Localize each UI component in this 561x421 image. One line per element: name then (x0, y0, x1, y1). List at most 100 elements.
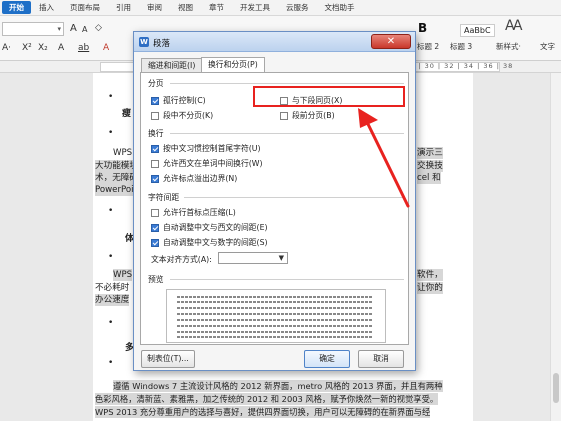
preview-text-line (177, 296, 372, 298)
doc-paragraph-line: WPS 2013 充分尊重用户的选择与喜好，提供四界面切换，用户可以无障碍的在新… (95, 406, 431, 418)
checkbox-keep-lines-together[interactable]: 段中不分页(K) (151, 110, 213, 121)
group-title-line-break: 换行 (148, 129, 164, 138)
style-gallery-item[interactable]: AaBbC (460, 24, 495, 37)
doc-line-right: 交换技 (417, 160, 443, 172)
close-button[interactable]: ✕ (371, 34, 411, 49)
doc-line-right: cel 和 (417, 172, 441, 184)
list-bullet: • (108, 206, 114, 216)
checkbox-punctuation-overflow[interactable]: 允许标点溢出边界(N) (151, 173, 237, 184)
checkbox-label: 自动调整中文与西文的间距(E) (163, 223, 268, 232)
checkbox-label: 允许西文在单词中间换行(W) (163, 159, 263, 168)
doc-line: 术，无障碍 (95, 172, 138, 184)
style-heading-2[interactable]: 标题 2 (417, 41, 439, 52)
checkbox-auto-space-cjk-western[interactable]: 自动调整中文与西文的间距(E) (151, 222, 268, 233)
clear-format-icon[interactable]: ◇ (95, 23, 102, 33)
checkbox-checked-icon (151, 96, 159, 105)
tab-stops-button[interactable]: 制表位(T)... (141, 350, 195, 368)
menu-insert[interactable]: 插入 (31, 2, 62, 13)
doc-line: PowerPoi (95, 184, 134, 196)
checkbox-unchecked-icon (151, 111, 159, 120)
font-size-select[interactable]: ▾ (2, 22, 64, 36)
list-bullet: • (108, 92, 114, 102)
menu-page-layout[interactable]: 页面布局 (62, 2, 108, 13)
style-heading-3[interactable]: 标题 3 (450, 41, 472, 52)
text-alignment-select[interactable]: ▼ (218, 252, 288, 264)
grow-font-icon[interactable]: A (70, 23, 77, 34)
preview-text-line (177, 313, 372, 315)
checkbox-label: 段中不分页(K) (163, 111, 214, 120)
menu-developer[interactable]: 开发工具 (232, 2, 278, 13)
checkbox-label: 自动调整中文与数字的间距(S) (163, 238, 268, 247)
checkbox-cjk-line-rules[interactable]: 按中文习惯控制首尾字符(U) (151, 143, 261, 154)
chevron-down-icon: ▼ (278, 254, 284, 262)
style-new[interactable]: 新样式· (496, 41, 521, 52)
dialog-title-bar[interactable]: W 段落 ✕ (134, 32, 415, 52)
doc-line-right: 演示三 (417, 147, 443, 159)
cancel-button[interactable]: 取消 (358, 350, 404, 368)
checkbox-label: 允许行首标点压缩(L) (163, 208, 236, 217)
checkbox-label: 允许标点溢出边界(N) (163, 174, 238, 183)
list-bullet: • (108, 128, 114, 138)
checkbox-western-word-wrap[interactable]: 允许西文在单词中间换行(W) (151, 158, 263, 169)
menu-doc-assistant[interactable]: 文档助手 (317, 2, 363, 13)
tab-indent-spacing[interactable]: 缩进和间距(I) (141, 58, 203, 72)
preview-text-line (177, 331, 372, 333)
preview-pane (166, 289, 386, 343)
doc-line: 办公速度 (95, 294, 130, 306)
ruler-ticks: 28 | 30 | 32 | 34 | 36 | 38 (405, 62, 514, 70)
checkbox-label: 按中文习惯控制首尾字符(U) (163, 144, 261, 153)
preview-text-line (177, 325, 372, 327)
menu-bar: 开始 插入 页面布局 引用 审阅 视图 章节 开发工具 云服务 文档助手 (0, 0, 561, 16)
checkbox-checked-icon (151, 174, 159, 183)
checkbox-checked-icon (151, 144, 159, 153)
tab-line-page-break[interactable]: 换行和分页(P) (201, 57, 265, 72)
group-divider (170, 133, 404, 134)
vertical-scrollbar[interactable] (550, 73, 561, 421)
doc-paragraph-line: 遵循 Windows 7 主流设计风格的 2012 新界面，metro 风格的 … (113, 380, 443, 392)
checkbox-unchecked-icon (280, 111, 288, 120)
group-divider (184, 197, 404, 198)
ok-button[interactable]: 确定 (304, 350, 350, 368)
group-divider (170, 279, 404, 280)
checkbox-unchecked-icon (151, 159, 159, 168)
checkbox-checked-icon (151, 238, 159, 247)
shrink-font-icon[interactable]: A (82, 25, 87, 34)
group-title-pagination: 分页 (148, 79, 164, 88)
checkbox-compress-leading-punct[interactable]: 允许行首标点压缩(L) (151, 207, 236, 218)
checkbox-widow-control[interactable]: 孤行控制(C) (151, 95, 206, 106)
style-sample-bold[interactable]: B (418, 21, 427, 35)
style-panel-icon[interactable]: Ꜳ (505, 18, 523, 34)
dialog-title: 段落 (153, 39, 171, 49)
menu-section[interactable]: 章节 (201, 2, 232, 13)
list-bullet: • (108, 358, 114, 368)
checkbox-auto-space-cjk-number[interactable]: 自动调整中文与数字的间距(S) (151, 237, 268, 248)
list-bullet: • (108, 252, 114, 262)
wps-app-icon: W (139, 37, 149, 47)
doc-line: WPS (113, 148, 133, 158)
menu-review[interactable]: 审阅 (139, 2, 170, 13)
menu-start[interactable]: 开始 (2, 1, 31, 14)
highlight-icon[interactable]: ab (78, 43, 89, 53)
preview-text-line (177, 301, 372, 303)
ribbon-text-tools[interactable]: 文字 (540, 41, 555, 52)
checkbox-label: 段前分页(B) (292, 111, 335, 120)
superscript-icon[interactable]: X² (22, 43, 32, 53)
checkbox-label: 孤行控制(C) (163, 96, 206, 105)
subscript-icon[interactable]: X₂ (38, 43, 48, 53)
doc-line: WPS (113, 269, 133, 281)
checkbox-page-break-before[interactable]: 段前分页(B) (280, 110, 335, 121)
font-color-small-icon[interactable]: A· (2, 43, 11, 53)
font-color-icon[interactable]: A (103, 43, 109, 53)
annotation-highlight-box (253, 86, 405, 107)
menu-references[interactable]: 引用 (108, 2, 139, 13)
scrollbar-thumb[interactable] (553, 373, 559, 403)
group-title-char-spacing: 字符间距 (148, 193, 180, 202)
preview-text-line (177, 307, 372, 309)
text-effect-icon[interactable]: A (58, 43, 64, 53)
menu-view[interactable]: 视图 (170, 2, 201, 13)
doc-line-right: 让你的 (417, 282, 443, 294)
paragraph-dialog: W 段落 ✕ 缩进和间距(I) 换行和分页(P) 分页 孤行控制(C) 与下段同… (133, 31, 416, 371)
doc-line: 大功能模块 (95, 160, 138, 172)
preview-text-line (177, 336, 372, 338)
menu-cloud[interactable]: 云服务 (278, 2, 317, 13)
